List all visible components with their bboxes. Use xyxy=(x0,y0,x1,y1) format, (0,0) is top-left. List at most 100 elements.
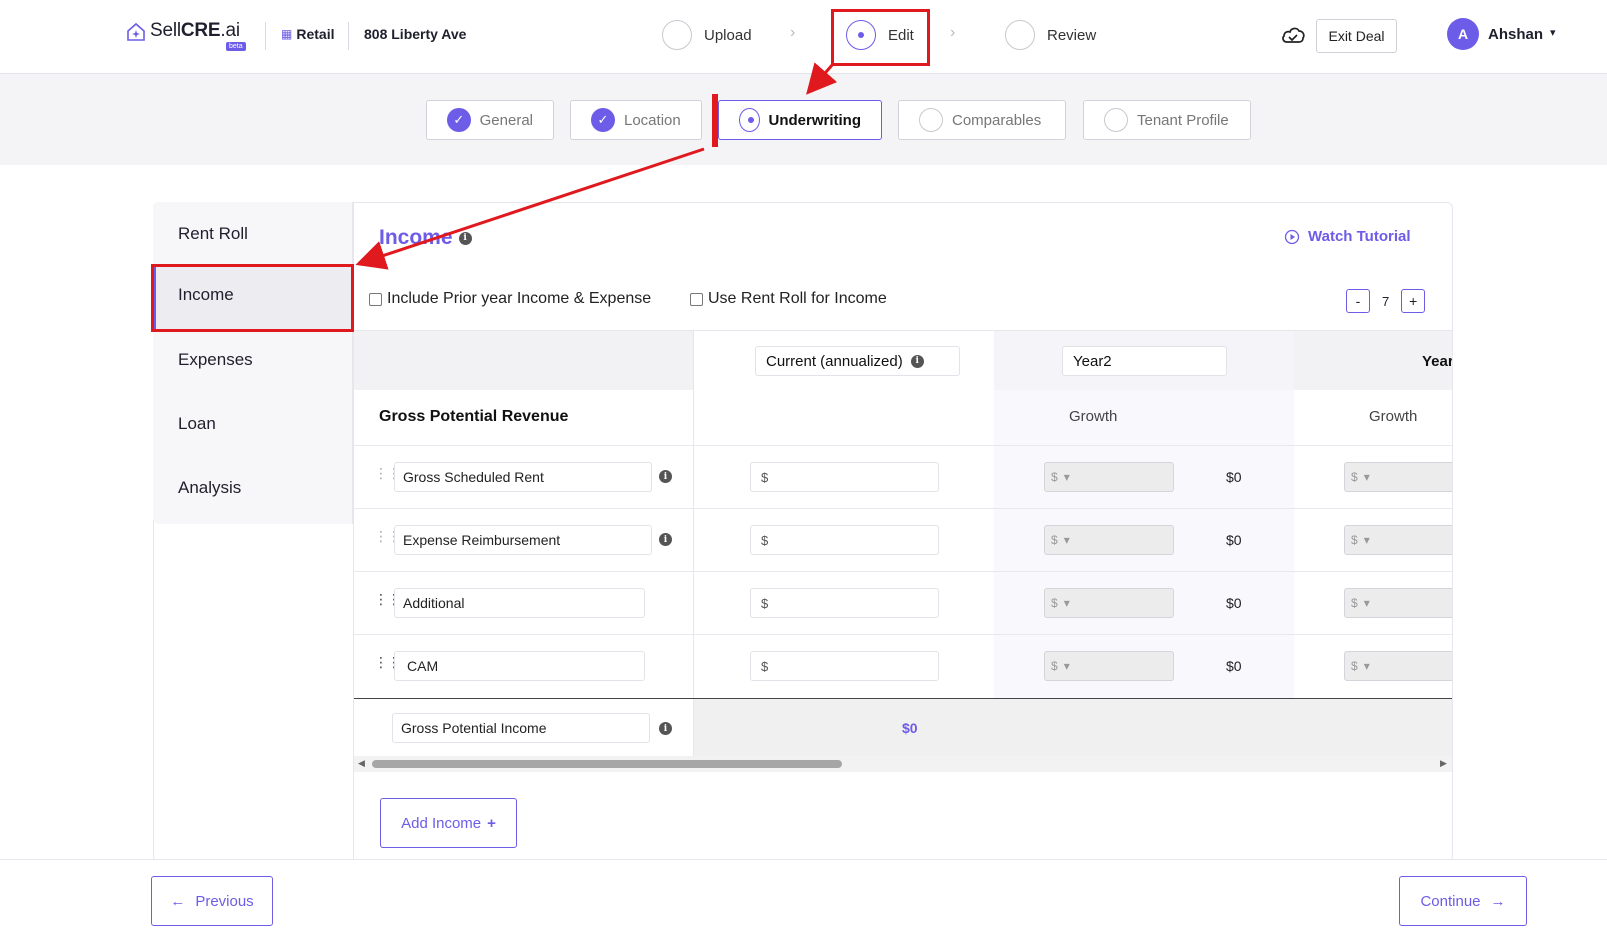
divider xyxy=(265,22,266,50)
current-amount-input[interactable]: $ xyxy=(750,462,939,492)
add-income-button[interactable]: Add Income + xyxy=(380,798,517,848)
continue-button[interactable]: Continue → xyxy=(1399,876,1527,926)
decrease-years-button[interactable]: - xyxy=(1346,289,1370,313)
chevron-down-icon: ▾ xyxy=(1363,470,1370,484)
growth-type-select[interactable]: $ ▾ xyxy=(1044,588,1174,618)
current-column-input[interactable]: Current (annualized) i xyxy=(755,346,960,376)
growth-type-select[interactable]: $ ▾ xyxy=(1344,462,1452,492)
previous-button[interactable]: ← Previous xyxy=(151,876,273,926)
growth-type-select[interactable]: $ ▾ xyxy=(1344,651,1452,681)
check-icon: ✓ xyxy=(591,108,615,132)
step-upload[interactable]: Upload xyxy=(662,20,752,50)
table-row: ⋮⋮ Additional $ $ ▾ $0 $ ▾ xyxy=(354,572,1452,635)
sidebar-item-loan[interactable]: Loan xyxy=(178,414,216,434)
checkbox-label: Use Rent Roll for Income xyxy=(708,290,887,307)
select-value: $ xyxy=(1051,596,1058,610)
tab-general[interactable]: ✓ General xyxy=(426,100,554,140)
cloud-sync-icon[interactable] xyxy=(1280,24,1306,46)
info-icon[interactable]: i xyxy=(659,533,672,546)
info-icon[interactable]: i xyxy=(659,722,672,735)
title-text: Income xyxy=(379,226,453,249)
plus-icon: + xyxy=(487,814,496,832)
avatar[interactable]: A xyxy=(1447,18,1479,50)
tab-label: Underwriting xyxy=(768,111,862,129)
tab-comparables[interactable]: Comparables xyxy=(898,100,1066,140)
sellcre-logo[interactable]: SellCRE.ai beta xyxy=(126,20,246,51)
step-circle-icon xyxy=(1104,108,1128,132)
tab-location[interactable]: ✓ Location xyxy=(570,100,702,140)
user-name[interactable]: Ahshan xyxy=(1488,26,1543,43)
scroll-left-icon[interactable]: ◀ xyxy=(358,758,365,769)
growth-label: Growth xyxy=(1369,408,1418,425)
year2-column-input[interactable]: Year2 xyxy=(1062,346,1227,376)
year-count-stepper: - 7 + xyxy=(1346,289,1426,313)
table-row: ⋮⋮ Expense Reimbursement i $ $ ▾ $0 $ ▾ xyxy=(354,509,1452,572)
increase-years-button[interactable]: + xyxy=(1401,289,1426,313)
tab-label: Location xyxy=(624,111,681,129)
section-row: Gross Potential Revenue Growth Growth xyxy=(354,390,1452,446)
watch-tutorial-label: Watch Tutorial xyxy=(1308,228,1411,245)
sidebar-item-analysis[interactable]: Analysis xyxy=(178,478,241,498)
button-label: Continue xyxy=(1420,892,1481,910)
include-prior-year-checkbox[interactable] xyxy=(369,292,382,306)
income-label-input[interactable]: CAM xyxy=(394,651,645,681)
select-value: $ xyxy=(1351,596,1358,610)
use-rent-roll-checkbox[interactable] xyxy=(690,292,703,306)
current-amount-input[interactable]: $ xyxy=(750,588,939,618)
scrollbar-thumb[interactable] xyxy=(372,760,842,768)
year2-value: $0 xyxy=(1226,469,1242,485)
tab-tenant-profile[interactable]: Tenant Profile xyxy=(1083,100,1251,140)
beta-badge: beta xyxy=(226,42,246,51)
include-prior-year-option[interactable]: Include Prior year Income & Expense xyxy=(369,290,651,308)
select-value: $ xyxy=(1051,659,1058,673)
chevron-down-icon[interactable]: ▾ xyxy=(1550,26,1556,39)
select-value: $ xyxy=(1351,470,1358,484)
step-review[interactable]: Review xyxy=(1005,20,1096,50)
year-count: 7 xyxy=(1382,293,1390,309)
divider xyxy=(348,22,349,50)
exit-deal-button[interactable]: Exit Deal xyxy=(1316,19,1397,53)
info-icon[interactable]: i xyxy=(659,470,672,483)
total-row: Gross Potential Income i $0 xyxy=(354,698,1452,757)
income-label-input[interactable]: Expense Reimbursement xyxy=(394,525,652,555)
button-label: Previous xyxy=(195,892,254,910)
growth-type-select[interactable]: $ ▾ xyxy=(1344,588,1452,618)
chevron-down-icon: ▾ xyxy=(1363,596,1370,610)
growth-type-select[interactable]: $ ▾ xyxy=(1044,525,1174,555)
sidebar-item-rent-roll[interactable]: Rent Roll xyxy=(178,224,248,244)
chevron-right-icon: › xyxy=(790,24,796,41)
brand-name: SellCRE.ai xyxy=(150,20,240,41)
growth-type-select[interactable]: $ ▾ xyxy=(1344,525,1452,555)
tab-underwriting[interactable]: Underwriting xyxy=(718,100,882,140)
growth-type-select[interactable]: $ ▾ xyxy=(1044,462,1174,492)
property-type: ▦ Retail xyxy=(281,26,334,42)
watch-tutorial-link[interactable]: Watch Tutorial xyxy=(1284,228,1411,245)
column-label: Current (annualized) xyxy=(766,352,903,370)
current-amount-input[interactable]: $ xyxy=(750,525,939,555)
year3-column-label: Year xyxy=(1422,353,1452,370)
sidebar-item-expenses[interactable]: Expenses xyxy=(178,350,253,370)
growth-type-select[interactable]: $ ▾ xyxy=(1044,651,1174,681)
use-rent-roll-option[interactable]: Use Rent Roll for Income xyxy=(690,290,887,308)
annotation-box-edit xyxy=(831,9,930,66)
step-circle-icon xyxy=(919,108,943,132)
select-value: $ xyxy=(1051,470,1058,484)
info-icon[interactable]: i xyxy=(458,231,472,245)
select-value: $ xyxy=(1351,659,1358,673)
chevron-down-icon: ▾ xyxy=(1363,533,1370,547)
info-icon[interactable]: i xyxy=(910,354,924,368)
year2-value: $0 xyxy=(1226,658,1242,674)
horizontal-scrollbar[interactable]: ◀ ▶ xyxy=(354,756,1452,772)
step-circle-icon xyxy=(662,20,692,50)
current-amount-input[interactable]: $ xyxy=(750,651,939,681)
step-label: Review xyxy=(1047,26,1097,44)
step-active-icon xyxy=(739,108,760,132)
income-label-input[interactable]: Gross Scheduled Rent xyxy=(394,462,652,492)
play-circle-icon xyxy=(1284,229,1300,244)
property-type-label: Retail xyxy=(296,26,335,42)
sidebar: Rent Roll Expenses Loan Analysis xyxy=(153,202,353,524)
income-label-input[interactable]: Additional xyxy=(394,588,645,618)
total-label-input[interactable]: Gross Potential Income xyxy=(392,713,650,743)
scroll-right-icon[interactable]: ▶ xyxy=(1440,758,1447,769)
annotation-box-underwriting xyxy=(712,94,718,147)
